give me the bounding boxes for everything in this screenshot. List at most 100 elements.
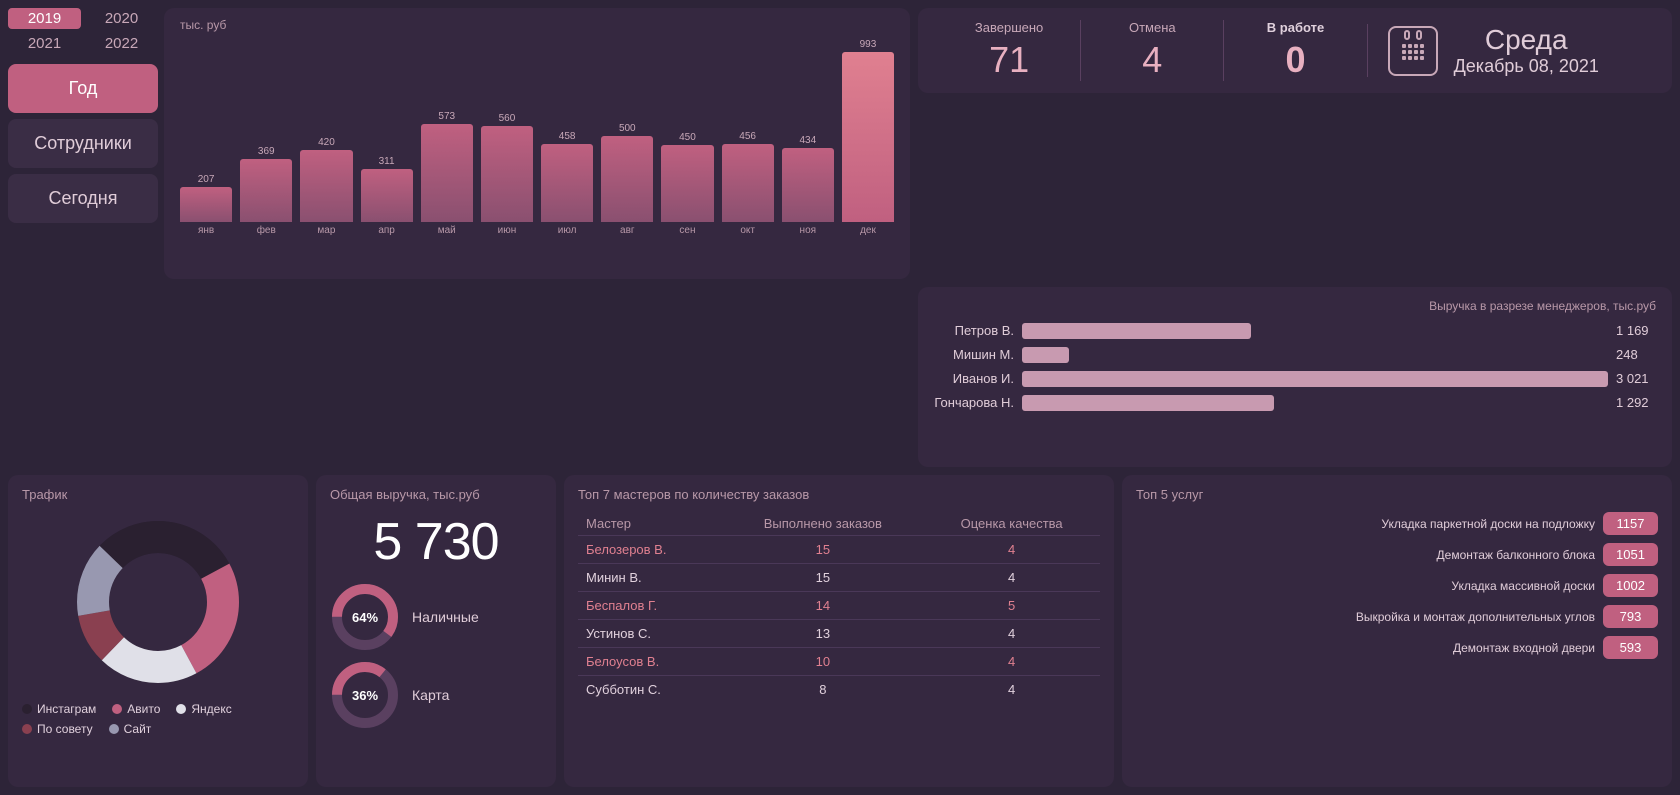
manager-row: Мишин М. 248 <box>934 347 1656 363</box>
bar-month-label: фев <box>257 225 276 236</box>
master-quality: 4 <box>923 648 1100 676</box>
bar-col-авг: 500авг <box>601 123 653 236</box>
completed-value: 71 <box>938 39 1080 81</box>
bar-month-label: июн <box>498 225 517 236</box>
col-master: Мастер <box>578 512 722 536</box>
bar-col-июл: 458июл <box>541 131 593 236</box>
table-row: Белозеров В. 15 4 <box>578 536 1100 564</box>
bar-rect <box>240 159 292 222</box>
cash-label: Наличные <box>412 609 479 625</box>
cancelled-label: Отмена <box>1081 20 1223 35</box>
bar-col-сен: 450 сен <box>661 132 713 236</box>
inwork-label: В работе <box>1224 20 1366 35</box>
completed-stat: Завершено 71 <box>938 20 1080 81</box>
inwork-value: 0 <box>1224 39 1366 81</box>
employees-nav-btn[interactable]: Сотрудники <box>8 119 158 168</box>
svg-text:36%: 36% <box>352 688 378 703</box>
bar-month-label: сен <box>679 225 695 236</box>
table-row: Субботин С. 8 4 <box>578 676 1100 704</box>
manager-revenue-panel: Выручка в разрезе менеджеров, тыс.руб Пе… <box>918 287 1672 468</box>
bar-value: 311 <box>379 156 395 167</box>
manager-value: 1 292 <box>1616 395 1656 410</box>
traffic-panel: Трафик Инстаграм <box>8 475 308 787</box>
revenue-panel: Общая выручка, тыс.руб 5 730 64% Наличны… <box>316 475 556 787</box>
year-2019-btn[interactable]: 2019 <box>8 8 81 29</box>
service-name: Выкройка и монтаж дополнительных углов <box>1136 610 1595 624</box>
manager-name: Мишин М. <box>934 347 1014 362</box>
service-name: Укладка паркетной доски на подложку <box>1136 517 1595 531</box>
today-nav-btn[interactable]: Сегодня <box>8 174 158 223</box>
manager-title: Выручка в разрезе менеджеров, тыс.руб <box>934 299 1656 313</box>
manager-row: Иванов И. 3 021 <box>934 371 1656 387</box>
year-2020-btn[interactable]: 2020 <box>85 8 158 29</box>
bar-value: 450 <box>679 132 696 143</box>
master-done: 15 <box>722 536 923 564</box>
master-quality: 4 <box>923 620 1100 648</box>
bar-rect <box>541 144 593 222</box>
traffic-donut-chart <box>68 512 248 692</box>
bar-col-апр: 311апр <box>361 156 413 236</box>
bar-col-ноя: 434ноя <box>782 135 834 236</box>
calendar-date: Декабрь 08, 2021 <box>1454 56 1599 77</box>
year-2021-btn[interactable]: 2021 <box>8 33 81 54</box>
bar-rect <box>782 148 834 222</box>
manager-name: Иванов И. <box>934 371 1014 386</box>
master-name: Белозеров В. <box>578 536 722 564</box>
bar-value: 500 <box>619 123 636 134</box>
master-name: Белоусов В. <box>578 648 722 676</box>
service-row: Демонтаж входной двери 593 <box>1136 636 1658 659</box>
bar-rect <box>180 187 232 222</box>
service-value: 593 <box>1603 636 1658 659</box>
bar-rect <box>842 52 894 222</box>
bar-month-label: май <box>438 225 456 236</box>
calendar-text: Среда Декабрь 08, 2021 <box>1454 24 1599 77</box>
year-2022-btn[interactable]: 2022 <box>85 33 158 54</box>
bar-col-окт: 456окт <box>722 131 774 236</box>
service-row: Укладка паркетной доски на подложку 1157 <box>1136 512 1658 535</box>
year-nav-btn[interactable]: Год <box>8 64 158 113</box>
bar-value: 420 <box>318 137 335 148</box>
table-row: Устинов С. 13 4 <box>578 620 1100 648</box>
bar-chart-panel: тыс. руб 207янв369фев420мар311апр573май5… <box>164 8 910 279</box>
table-row: Минин В. 15 4 <box>578 564 1100 592</box>
col-quality: Оценка качества <box>923 512 1100 536</box>
bar-value: 207 <box>198 174 215 185</box>
year-selector: 2019 2020 2021 2022 <box>8 8 158 54</box>
manager-bar <box>1022 347 1069 363</box>
bar-month-label: июл <box>558 225 577 236</box>
manager-name: Гончарова Н. <box>934 395 1014 410</box>
bar-month-label: окт <box>740 225 755 236</box>
card-label: Карта <box>412 687 449 703</box>
bar-value: 993 <box>860 39 877 50</box>
manager-value: 3 021 <box>1616 371 1656 386</box>
manager-bar <box>1022 323 1251 339</box>
bar-chart: 207янв369фев420мар311апр573май560июн458и… <box>180 36 894 236</box>
service-name: Укладка массивной доски <box>1136 579 1595 593</box>
service-value: 1157 <box>1603 512 1658 535</box>
legend-site: Сайт <box>109 722 152 736</box>
traffic-legend: Инстаграм Авито Яндекс По совету Сайт <box>22 702 294 736</box>
bar-month-label: дек <box>860 225 876 236</box>
master-done: 15 <box>722 564 923 592</box>
svg-text:64%: 64% <box>352 610 378 625</box>
legend-instagram: Инстаграм <box>22 702 96 716</box>
bar-month-label: янв <box>198 225 214 236</box>
bar-col-июн: 560июн <box>481 113 533 236</box>
service-row: Выкройка и монтаж дополнительных углов 7… <box>1136 605 1658 628</box>
traffic-title: Трафик <box>22 487 294 502</box>
bar-rect <box>421 124 473 222</box>
service-value: 793 <box>1603 605 1658 628</box>
master-quality: 4 <box>923 564 1100 592</box>
card-donut: 36% <box>330 660 400 730</box>
master-name: Устинов С. <box>578 620 722 648</box>
bar-col-мар: 420мар <box>300 137 352 236</box>
master-done: 14 <box>722 592 923 620</box>
legend-yandex: Яндекс <box>176 702 231 716</box>
calendar-icon <box>1388 26 1438 76</box>
services-panel: Топ 5 услуг Укладка паркетной доски на п… <box>1122 475 1672 787</box>
bar-col-май: 573май <box>421 111 473 236</box>
masters-table-wrap: Мастер Выполнено заказов Оценка качества… <box>578 512 1100 703</box>
manager-bar <box>1022 395 1274 411</box>
traffic-donut-wrap <box>22 512 294 692</box>
bar-rect <box>481 126 533 222</box>
